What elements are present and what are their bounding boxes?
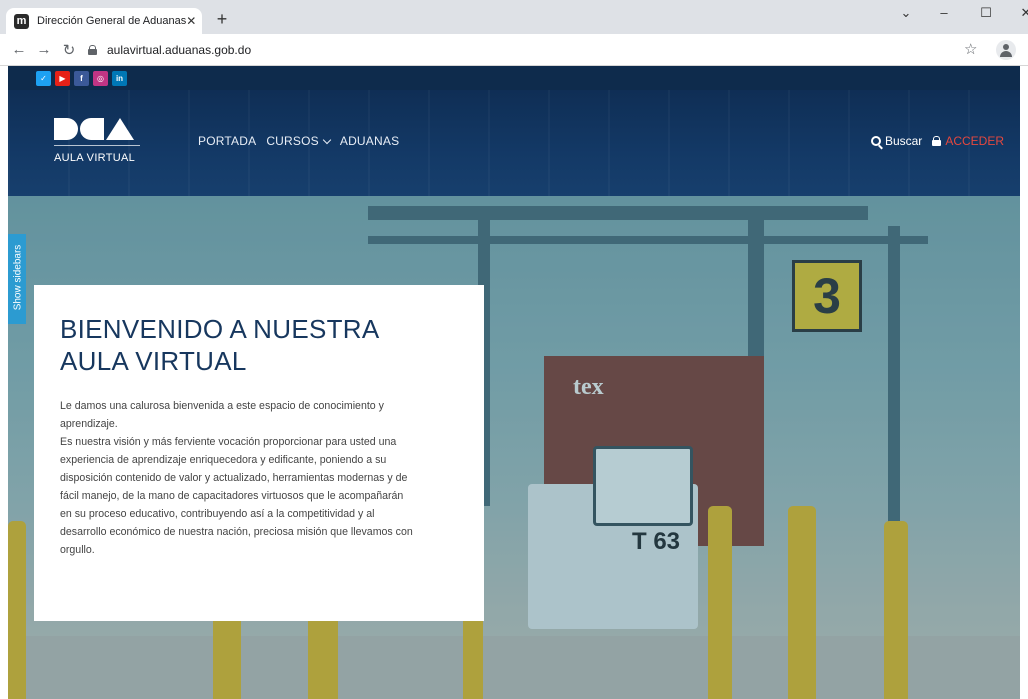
new-tab-icon[interactable]: + xyxy=(212,10,232,30)
nav-aduanas-label: ADUANAS xyxy=(339,134,400,148)
forward-icon[interactable]: → xyxy=(35,41,53,58)
facebook-icon[interactable]: f xyxy=(74,70,89,86)
welcome-panel: BIENVENIDO A NUESTRA AULA VIRTUAL Le dam… xyxy=(34,285,484,621)
nav-portada[interactable]: PORTADA xyxy=(198,134,256,148)
web-page: ✓ ▶ f ◎ in AULA VIRTUAL PORTADA CURSOS A… xyxy=(8,66,1020,699)
dga-logo-mark-icon xyxy=(54,110,144,140)
welcome-text: Le damos una calurosa bienvenida a este … xyxy=(60,400,413,556)
search-button[interactable]: Buscar xyxy=(870,134,923,148)
search-label: Buscar xyxy=(884,134,923,148)
maximize-icon[interactable]: ☐ xyxy=(974,5,998,21)
show-sidebars-toggle[interactable]: Show sidebars xyxy=(8,234,26,324)
browser-tabbar: m Dirección General de Aduanas ✕ + ⌄ – ☐… xyxy=(0,0,1028,34)
site-header: AULA VIRTUAL PORTADA CURSOS ADUANAS Busc… xyxy=(8,90,1020,196)
linkedin-icon[interactable]: in xyxy=(112,70,127,86)
nav-portada-label: PORTADA xyxy=(198,134,257,148)
dga-logo[interactable]: AULA VIRTUAL xyxy=(54,110,144,172)
logo-text: AULA VIRTUAL xyxy=(54,152,136,164)
address-bar[interactable]: aulavirtual.aduanas.gob.do xyxy=(88,39,968,61)
nav-cursos-label: CURSOS xyxy=(266,134,319,148)
profile-avatar-icon[interactable] xyxy=(996,40,1016,60)
search-icon xyxy=(870,136,881,146)
padlock-icon xyxy=(932,136,942,146)
back-icon[interactable]: ← xyxy=(10,41,28,58)
reload-icon[interactable]: ↻ xyxy=(60,41,78,59)
lock-icon[interactable] xyxy=(88,45,97,55)
social-links-bar: ✓ ▶ f ◎ in xyxy=(8,66,1020,90)
chevron-down-icon xyxy=(322,135,332,144)
minimize-icon[interactable]: – xyxy=(932,5,956,20)
nav-aduanas[interactable]: ADUANAS xyxy=(340,134,399,148)
site-favicon-icon: m xyxy=(14,13,29,29)
youtube-icon[interactable]: ▶ xyxy=(55,70,70,86)
show-sidebars-label: Show sidebars xyxy=(12,244,24,311)
main-navigation: PORTADA CURSOS ADUANAS xyxy=(198,134,399,148)
browser-toolbar: ← → ↻ aulavirtual.aduanas.gob.do ☆ xyxy=(0,34,1028,66)
header-actions: Buscar ACCEDER xyxy=(870,134,1004,148)
logo-divider xyxy=(54,145,140,146)
welcome-title: BIENVENIDO A NUESTRA AULA VIRTUAL xyxy=(60,314,380,376)
tab-search-chevron-icon[interactable]: ⌄ xyxy=(894,5,918,21)
tab-title: Dirección General de Aduanas xyxy=(37,15,187,27)
url-text: aulavirtual.aduanas.gob.do xyxy=(107,43,252,57)
nav-cursos[interactable]: CURSOS xyxy=(266,134,332,148)
tab-close-icon[interactable]: ✕ xyxy=(186,14,196,28)
login-label: ACCEDER xyxy=(945,134,1004,148)
bookmark-star-icon[interactable]: ☆ xyxy=(964,40,977,58)
instagram-icon[interactable]: ◎ xyxy=(93,70,108,86)
browser-tab[interactable]: m Dirección General de Aduanas ✕ xyxy=(6,8,202,34)
login-button[interactable]: ACCEDER xyxy=(932,134,1004,148)
twitter-icon[interactable]: ✓ xyxy=(36,70,51,86)
close-window-icon[interactable]: ✕ xyxy=(1014,5,1028,21)
